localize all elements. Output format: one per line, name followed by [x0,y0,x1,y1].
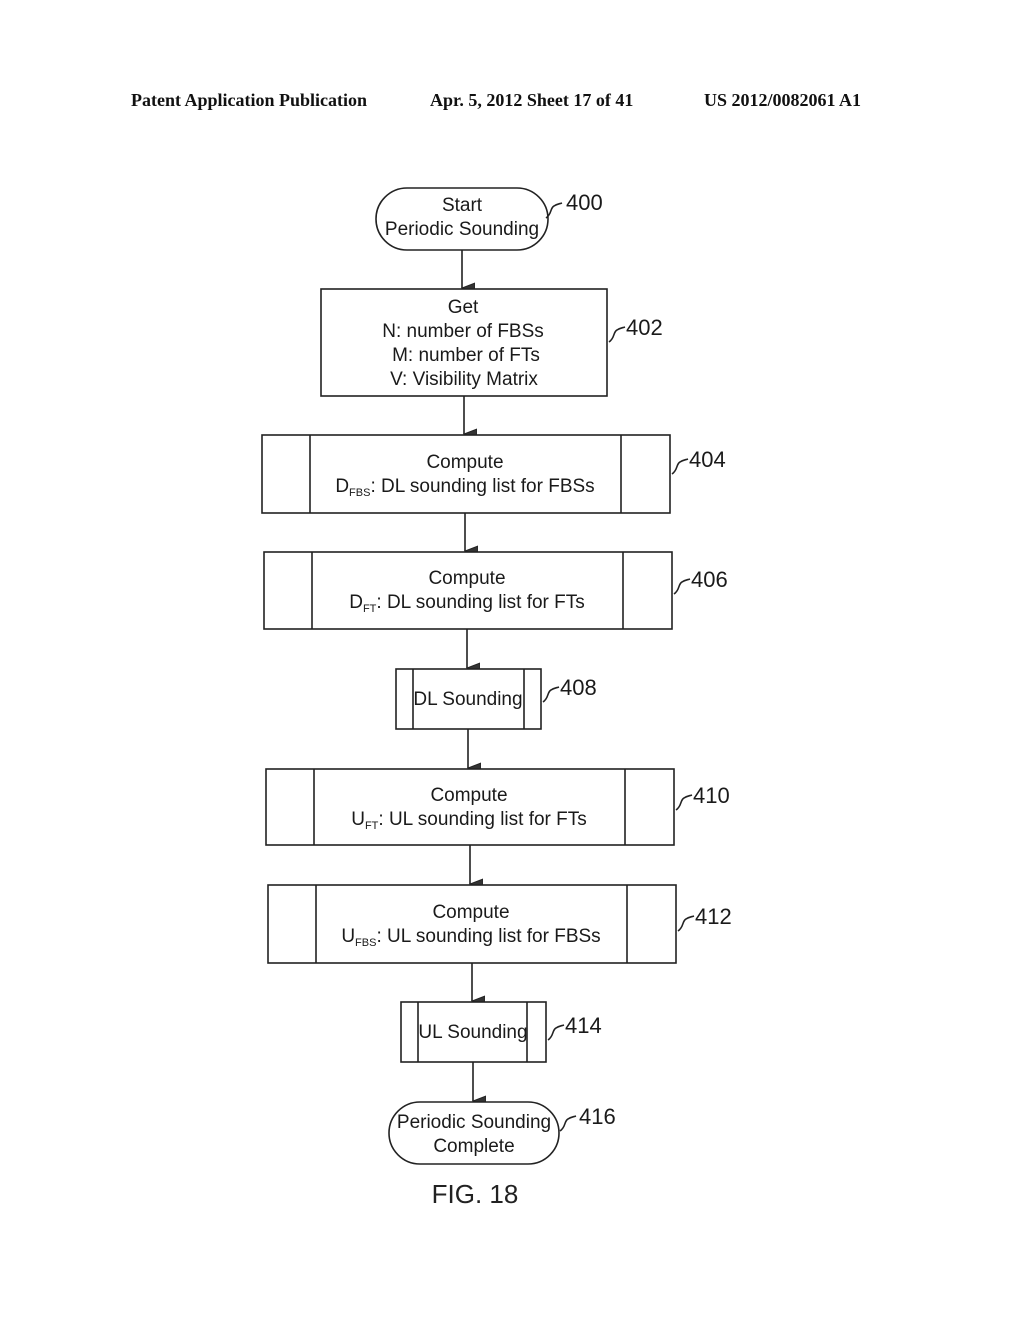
ref-416: 416 [579,1104,616,1129]
ref-414: 414 [565,1013,602,1038]
leader-410 [675,794,693,811]
node-title: Compute [426,452,503,473]
flowchart: Start Periodic Sounding Get N: number of… [261,187,732,1209]
node-410-compute-uft: Compute UFT: UL sounding list for FTs [265,768,675,846]
node-text: Complete [433,1136,514,1157]
ref-412: 412 [695,904,732,929]
node-title: Compute [428,568,505,589]
node-text: DFBS: DL sounding list for FBSs [335,476,594,499]
predefined-process-shape [267,884,677,964]
node-400-start: Start Periodic Sounding [375,187,549,251]
subscript: FBS [355,937,376,949]
leader-416 [559,1115,577,1132]
symbol: D [349,592,363,613]
ref-408: 408 [560,675,597,700]
leader-402 [608,326,626,343]
node-text: DFT: DL sounding list for FTs [349,592,585,615]
ref-402: 402 [626,315,663,340]
node-412-compute-ufbs: Compute UFBS: UL sounding list for FBSs [267,884,677,964]
leader-408 [542,686,560,703]
leader-406 [673,578,691,595]
description: : DL sounding list for FTs [376,592,584,613]
node-402-get: Get N: number of FBSs M: number of FTs V… [320,288,608,397]
predefined-process-shape [263,551,673,630]
node-label: UL Sounding [418,1022,527,1043]
node-label: DL Sounding [413,689,522,710]
node-406-compute-dft: Compute DFT: DL sounding list for FTs [263,551,673,630]
node-414-ul-sounding: UL Sounding [400,1001,547,1063]
subscript: FBS [349,487,370,499]
ref-406: 406 [691,567,728,592]
description: : DL sounding list for FBSs [370,476,594,497]
node-404-compute-dfbs: Compute DFBS: DL sounding list for FBSs [261,434,671,514]
node-text: V: Visibility Matrix [390,369,538,390]
leader-412 [677,915,695,932]
node-text: UFBS: UL sounding list for FBSs [341,926,600,949]
node-text: Periodic Sounding [397,1112,551,1133]
node-title: Compute [432,902,509,923]
symbol: U [351,809,365,830]
node-text: Get [448,297,479,318]
node-title: Compute [430,785,507,806]
ref-410: 410 [693,783,730,808]
subscript: FT [363,603,377,615]
leader-400 [545,202,563,219]
symbol: U [341,926,355,947]
node-text: M: number of FTs [392,345,540,366]
ref-400: 400 [566,190,603,215]
predefined-process-shape [261,434,671,514]
node-text: Periodic Sounding [385,219,539,240]
node-416-end: Periodic Sounding Complete [388,1101,560,1165]
leader-404 [671,458,689,475]
description: : UL sounding list for FTs [378,809,586,830]
description: : UL sounding list for FBSs [376,926,600,947]
ref-404: 404 [689,447,726,472]
node-text: UFT: UL sounding list for FTs [351,809,587,832]
node-text: N: number of FBSs [382,321,544,342]
symbol: D [335,476,349,497]
subscript: FT [365,820,379,832]
node-text: Start [442,195,483,216]
leader-414 [547,1024,565,1041]
node-408-dl-sounding: DL Sounding [395,668,542,730]
figure-label: FIG. 18 [432,1179,519,1209]
predefined-process-shape [265,768,675,846]
